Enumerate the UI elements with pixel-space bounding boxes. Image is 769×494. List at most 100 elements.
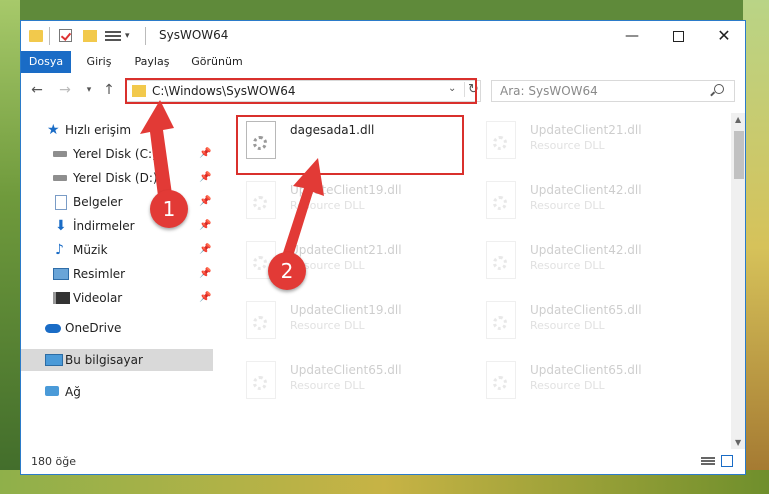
file-type: Resource DLL xyxy=(530,379,605,392)
file-name: UpdateClient19.dll xyxy=(290,303,402,317)
folder-icon xyxy=(29,30,43,42)
search-box[interactable]: Ara: SysWOW64 xyxy=(491,80,735,102)
up-arrow-icon[interactable]: ↑ xyxy=(99,82,119,98)
tab-giris[interactable]: Giriş xyxy=(79,51,119,73)
sidebar-item-label: Yerel Disk (C:) xyxy=(73,147,157,161)
sidebar-item-label: OneDrive xyxy=(65,321,122,335)
cloud-icon xyxy=(45,324,61,333)
file-item[interactable]: UpdateClient65.dll Resource DLL xyxy=(480,357,720,415)
file-item[interactable]: UpdateClient19.dll Resource DLL xyxy=(240,177,480,235)
item-count: 180 öğe xyxy=(31,455,76,468)
sidebar-item-local-disk-d[interactable]: Yerel Disk (D:) 📌 xyxy=(21,167,213,189)
sidebar-item-music[interactable]: ♪ Müzik 📌 xyxy=(21,239,213,261)
pin-icon[interactable]: 📌 xyxy=(199,167,211,189)
forward-arrow-icon[interactable]: → xyxy=(55,82,75,98)
sidebar-item-pictures[interactable]: Resimler 📌 xyxy=(21,263,213,285)
file-item[interactable]: UpdateClient42.dll Resource DLL xyxy=(480,237,720,295)
sidebar-item-label: Yerel Disk (D:) xyxy=(73,171,158,185)
pin-icon[interactable]: 📌 xyxy=(199,239,211,261)
file-name: UpdateClient19.dll xyxy=(290,183,402,197)
dll-file-icon xyxy=(246,361,276,399)
minimize-button[interactable]: — xyxy=(609,21,655,51)
pin-icon[interactable]: 📌 xyxy=(199,143,211,165)
pin-icon[interactable]: 📌 xyxy=(199,191,211,213)
drive-icon xyxy=(53,151,67,157)
file-name: UpdateClient21.dll xyxy=(290,243,402,257)
customize-icon[interactable] xyxy=(105,29,121,43)
sidebar-item-network[interactable]: Ağ xyxy=(21,381,213,403)
star-icon: ★ xyxy=(47,122,60,138)
file-name: UpdateClient42.dll xyxy=(530,243,642,257)
videos-icon xyxy=(53,292,70,304)
file-item[interactable]: UpdateClient19.dll Resource DLL xyxy=(240,297,480,355)
music-icon: ♪ xyxy=(55,242,64,258)
document-icon xyxy=(55,195,67,210)
sidebar-item-videos[interactable]: Videolar 📌 xyxy=(21,287,213,309)
new-folder-icon[interactable] xyxy=(83,30,97,42)
desktop-background-right xyxy=(743,0,769,494)
pin-icon[interactable]: 📌 xyxy=(199,215,211,237)
drive-icon xyxy=(53,175,67,181)
maximize-button[interactable] xyxy=(655,21,701,51)
pin-icon[interactable]: 📌 xyxy=(199,287,211,309)
sidebar-item-this-pc[interactable]: Bu bilgisayar xyxy=(21,349,213,371)
desktop-background-left xyxy=(0,0,20,494)
pin-icon[interactable]: 📌 xyxy=(199,263,211,285)
scrollbar-thumb[interactable] xyxy=(734,131,744,179)
toolbar-separator xyxy=(145,27,146,45)
close-button[interactable]: ✕ xyxy=(701,21,745,51)
file-item[interactable]: UpdateClient65.dll Resource DLL xyxy=(480,297,720,355)
tab-paylas[interactable]: Paylaş xyxy=(129,51,175,73)
dll-file-icon xyxy=(486,301,516,339)
sidebar-item-quick-access[interactable]: ★ Hızlı erişim xyxy=(21,119,213,141)
tab-gorunum[interactable]: Görünüm xyxy=(187,51,247,73)
file-type: Resource DLL xyxy=(290,379,365,392)
ribbon-tabs: Dosya Giriş Paylaş Görünüm xyxy=(21,51,745,74)
scroll-down-icon[interactable]: ▼ xyxy=(735,438,741,447)
toolbar-separator xyxy=(49,27,50,45)
tab-dosya[interactable]: Dosya xyxy=(21,51,71,73)
sidebar-item-label: Belgeler xyxy=(73,195,123,209)
sidebar-item-local-disk-c[interactable]: Yerel Disk (C:) 📌 xyxy=(21,143,213,165)
dll-file-icon xyxy=(486,361,516,399)
details-view-icon[interactable] xyxy=(701,456,715,468)
properties-check-icon[interactable] xyxy=(59,29,72,42)
scroll-up-icon[interactable]: ▲ xyxy=(735,115,741,124)
computer-icon xyxy=(45,354,63,366)
step-badge-2: 2 xyxy=(268,252,306,290)
file-name: UpdateClient21.dll xyxy=(530,123,642,137)
address-bar-highlight xyxy=(125,78,477,104)
file-name: UpdateClient65.dll xyxy=(290,363,402,377)
sidebar-item-label: Ağ xyxy=(65,385,81,399)
status-bar: 180 öğe xyxy=(21,449,745,474)
recent-locations-chevron-icon[interactable]: ▾ xyxy=(79,85,99,95)
dll-file-icon xyxy=(246,301,276,339)
file-item[interactable]: UpdateClient65.dll Resource DLL xyxy=(240,357,480,415)
sidebar-item-label: Videolar xyxy=(73,291,123,305)
file-name: UpdateClient65.dll xyxy=(530,303,642,317)
file-type: Resource DLL xyxy=(530,259,605,272)
navigation-pane: ★ Hızlı erişim Yerel Disk (C:) 📌 Yerel D… xyxy=(21,113,213,433)
file-name: UpdateClient65.dll xyxy=(530,363,642,377)
file-highlight xyxy=(236,115,464,175)
network-icon xyxy=(45,386,59,396)
file-item[interactable]: UpdateClient42.dll Resource DLL xyxy=(480,177,720,235)
file-type: Resource DLL xyxy=(530,199,605,212)
sidebar-item-label: Müzik xyxy=(73,243,108,257)
file-item[interactable]: UpdateClient21.dll Resource DLL xyxy=(480,117,720,175)
search-input[interactable]: Ara: SysWOW64 xyxy=(500,84,598,98)
sidebar-item-label: Hızlı erişim xyxy=(65,123,132,137)
sidebar-item-label: Bu bilgisayar xyxy=(65,353,143,367)
dll-file-icon xyxy=(486,241,516,279)
sidebar-item-onedrive[interactable]: OneDrive xyxy=(21,317,213,339)
step-badge-1: 1 xyxy=(150,190,188,228)
vertical-scrollbar[interactable]: ▲ ▼ xyxy=(731,113,745,449)
large-icons-view-icon[interactable] xyxy=(721,455,733,467)
pictures-icon xyxy=(53,268,69,280)
file-type: Resource DLL xyxy=(290,319,365,332)
window-title: SysWOW64 xyxy=(159,28,229,42)
dll-file-icon xyxy=(486,181,516,219)
search-icon[interactable] xyxy=(714,84,724,94)
quick-access-dropdown-icon[interactable]: ▾ xyxy=(125,31,130,47)
back-arrow-icon[interactable]: ← xyxy=(27,82,47,98)
